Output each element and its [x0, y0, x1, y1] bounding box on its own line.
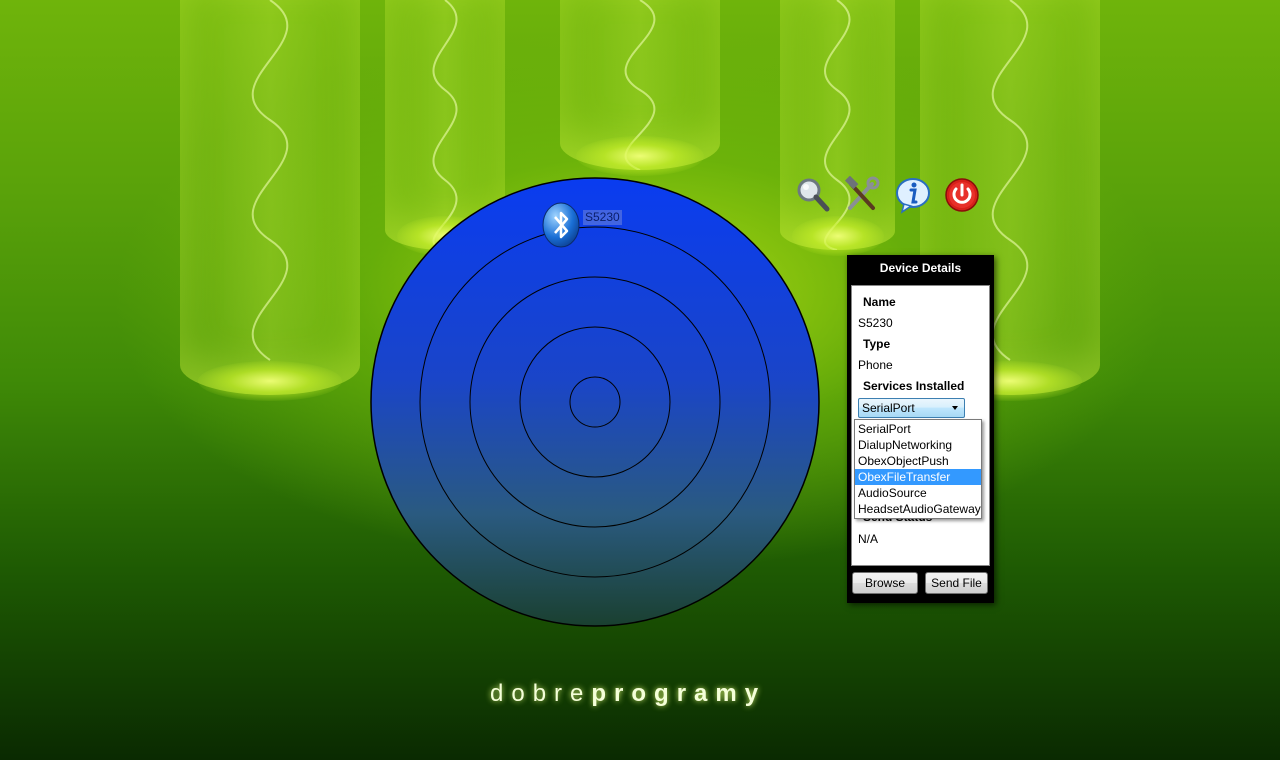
- settings-button[interactable]: [843, 175, 881, 214]
- name-value: S5230: [858, 316, 893, 330]
- chevron-down-icon: [952, 406, 958, 410]
- tools-icon: [844, 175, 880, 210]
- info-button[interactable]: [894, 176, 932, 214]
- panel-title: Device Details: [879, 261, 962, 275]
- device-node-label[interactable]: S5230: [583, 210, 622, 225]
- services-combobox[interactable]: SerialPort: [858, 398, 965, 418]
- type-value: Phone: [858, 358, 893, 372]
- dropdown-option[interactable]: SerialPort: [855, 421, 981, 437]
- magnifier-icon: [797, 178, 830, 212]
- decorative-spiral: [251, 0, 289, 361]
- device-node-s5230[interactable]: [541, 202, 581, 248]
- services-label: Services Installed: [863, 379, 965, 393]
- radar-outer-ring: [370, 177, 820, 627]
- dropdown-option-highlighted[interactable]: ObexFileTransfer: [855, 469, 981, 485]
- bluetooth-icon: [542, 202, 580, 248]
- send-status-value: N/A: [858, 532, 879, 546]
- power-icon: [945, 178, 979, 212]
- decorative-column: [560, 0, 720, 176]
- dropdown-option[interactable]: AudioSource: [855, 485, 981, 501]
- decorative-column: [180, 0, 360, 401]
- radar-display: [370, 177, 820, 627]
- power-button[interactable]: [943, 176, 981, 214]
- type-label: Type: [863, 337, 891, 351]
- browse-button[interactable]: Browse: [852, 572, 918, 594]
- decorative-spiral: [624, 0, 656, 170]
- services-dropdown-list: SerialPort DialupNetworking ObexObjectPu…: [854, 419, 982, 519]
- search-button[interactable]: [794, 176, 832, 214]
- dropdown-option[interactable]: DialupNetworking: [855, 437, 981, 453]
- app-background: S5230 Device Details Name S5230 Type Pho…: [0, 0, 1280, 760]
- brand-logo: dobreprogramy: [490, 680, 800, 708]
- send-file-button[interactable]: Send File: [925, 572, 988, 594]
- dropdown-option[interactable]: HeadsetAudioGateway: [855, 501, 981, 517]
- name-label: Name: [863, 295, 896, 309]
- services-selected-value: SerialPort: [862, 401, 915, 415]
- brand-bold-text: programy: [591, 680, 767, 707]
- dropdown-option[interactable]: ObexObjectPush: [855, 453, 981, 469]
- info-icon: [896, 178, 930, 214]
- brand-light-text: dobre: [490, 680, 592, 707]
